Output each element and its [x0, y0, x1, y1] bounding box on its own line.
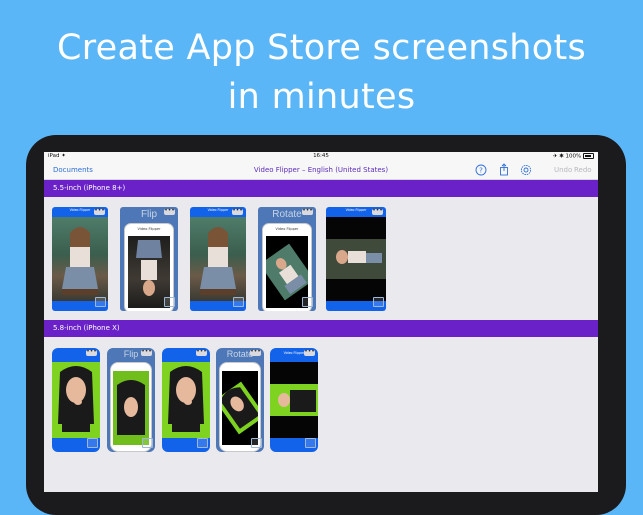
gear-icon[interactable]	[520, 164, 532, 176]
document-title: Video Flipper – English (United States)	[253, 166, 389, 174]
more-button[interactable]: •••	[196, 349, 207, 356]
photo-flipped	[113, 371, 149, 445]
navigation-bar: Documents Video Flipper – English (Unite…	[44, 161, 598, 180]
phone-app-title: Video Flipper	[137, 227, 161, 231]
photo-girl-kiss	[162, 362, 210, 438]
status-right-text: ✈ ✱ 100%	[552, 153, 582, 160]
section-header-iphone-x: 5.8-inch (iPhone X)	[44, 320, 598, 337]
more-button[interactable]: •••	[164, 208, 175, 215]
share-icon[interactable]	[498, 163, 510, 176]
undo-button[interactable]: Undo	[554, 166, 572, 174]
more-button[interactable]: •••	[250, 349, 261, 356]
share-box-icon[interactable]	[373, 297, 384, 307]
more-button[interactable]: •••	[304, 349, 315, 356]
share-box-icon[interactable]	[95, 297, 106, 307]
section-header-iphone-8-plus: 5.5-inch (iPhone 8+)	[44, 180, 598, 197]
share-box-icon[interactable]	[197, 438, 208, 448]
screenshot-thumb[interactable]: Video Flipper •••	[270, 348, 318, 452]
status-right: ✈ ✱ 100%	[553, 153, 594, 160]
screenshot-thumb-rotate[interactable]: Rotate •••	[216, 348, 264, 452]
svg-text:?: ?	[479, 166, 483, 174]
redo-button[interactable]: Redo	[574, 166, 592, 174]
share-box-icon[interactable]	[305, 438, 316, 448]
battery-icon	[583, 153, 594, 159]
photo-rotated	[216, 371, 264, 445]
photo-girl-sitting	[190, 217, 246, 301]
more-button[interactable]: •••	[302, 208, 313, 215]
more-button[interactable]: •••	[141, 349, 152, 356]
photo-landscape	[326, 217, 386, 301]
status-time: 16:45	[313, 153, 329, 159]
headline-line-1: Create App Store screenshots	[56, 28, 587, 68]
more-button[interactable]: •••	[372, 208, 383, 215]
more-button[interactable]: •••	[232, 208, 243, 215]
share-box-icon[interactable]	[142, 438, 153, 448]
more-button[interactable]: •••	[86, 349, 97, 356]
screenshot-thumb[interactable]: Video Flipper •••	[190, 207, 246, 311]
share-box-icon[interactable]	[87, 438, 98, 448]
share-box-icon[interactable]	[164, 297, 175, 307]
share-box-icon[interactable]	[233, 297, 244, 307]
share-box-icon[interactable]	[251, 438, 262, 448]
screenshot-thumb[interactable]: Video Flipper •••	[52, 207, 108, 311]
status-bar: iPad ✦ 16:45 ✈ ✱ 100%	[44, 152, 598, 161]
screenshot-thumb[interactable]: Video Flipper •••	[326, 207, 386, 311]
ipad-screen: iPad ✦ 16:45 ✈ ✱ 100% Documents Video Fl…	[44, 152, 598, 492]
headline-line-2: in minutes	[227, 77, 416, 117]
share-box-icon[interactable]	[302, 297, 313, 307]
phone-app-title: Video Flipper	[275, 227, 299, 231]
photo-landscape	[270, 362, 318, 438]
screenshot-thumb-rotate[interactable]: Rotate ••• Video Flipper	[258, 207, 316, 311]
photo-girl-kiss	[52, 362, 100, 438]
help-icon[interactable]: ?	[475, 164, 487, 176]
screenshot-thumb[interactable]: •••	[52, 348, 100, 452]
more-button[interactable]: •••	[94, 208, 105, 215]
screenshot-thumb-flip[interactable]: Flip ••• Video Flipper	[120, 207, 178, 311]
photo-girl-sitting	[52, 217, 108, 301]
screenshot-thumb-flip[interactable]: Flip •••	[107, 348, 155, 452]
screenshot-thumb[interactable]: •••	[162, 348, 210, 452]
